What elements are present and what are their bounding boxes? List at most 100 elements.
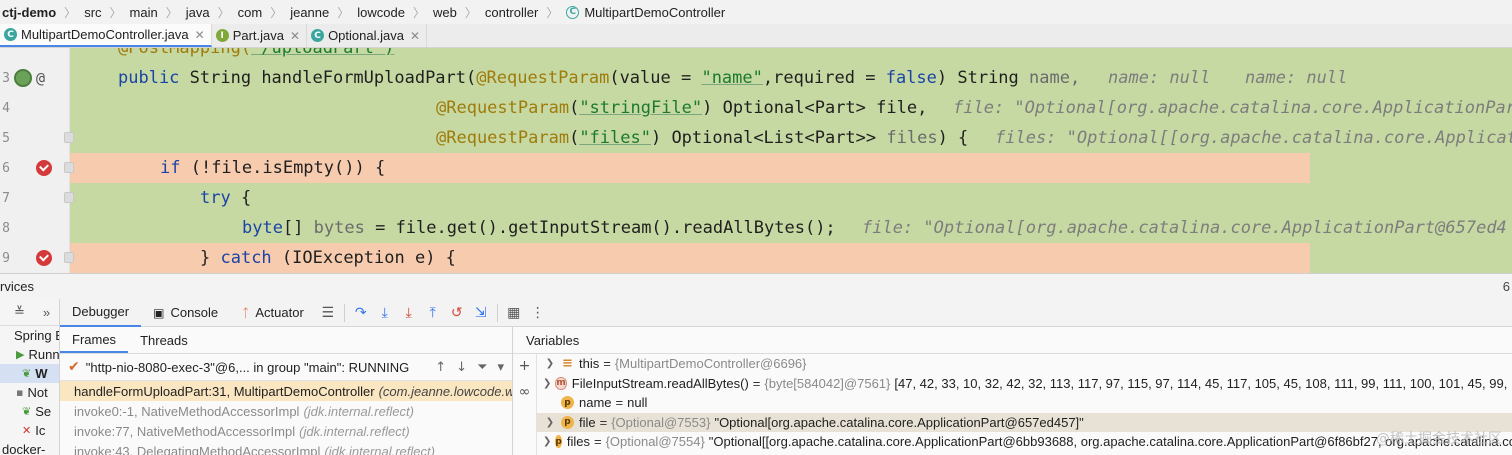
tree-item[interactable]: docker-: [0, 440, 59, 455]
close-icon[interactable]: ✕: [195, 28, 205, 42]
class-icon: C: [311, 29, 325, 42]
code-line[interactable]: 5 @RequestParam("files") Optional<List<P…: [0, 123, 1512, 153]
collapse-all-icon[interactable]: ≚: [14, 304, 25, 320]
step-over-icon[interactable]: ↷: [349, 301, 373, 325]
breadcrumb-item[interactable]: ctj-demo: [2, 5, 56, 20]
param-name: files: [886, 128, 938, 148]
code-line[interactable]: @PostMapping("/uploadPart"): [0, 48, 1512, 63]
fold-marker-icon[interactable]: [64, 192, 74, 203]
tree-item[interactable]: ❦ Se: [0, 402, 59, 421]
step-out-icon[interactable]: ⤒: [421, 301, 445, 325]
breadcrumb-item[interactable]: jeanne: [290, 5, 329, 20]
tab-label: Optional.java: [328, 28, 404, 43]
tab-actuator[interactable]: ᛏ Actuator: [230, 299, 316, 327]
tab-label: Actuator: [255, 305, 304, 320]
breadcrumb-item[interactable]: lowcode: [357, 5, 405, 20]
frame-row[interactable]: invoke0:-1, NativeMethodAccessorImpl (jdk…: [60, 401, 512, 421]
run-icon: ▶: [16, 348, 25, 361]
code-line[interactable]: 4 @RequestParam("stringFile") Optional<P…: [0, 93, 1512, 123]
frame-row[interactable]: invoke:77, NativeMethodAccessorImpl (jdk.…: [60, 421, 512, 441]
tree-item-label: Runn: [28, 347, 60, 362]
variable-row[interactable]: ❯ m FileInputStream.readAllBytes() = {by…: [537, 374, 1512, 394]
up-arrow-icon[interactable]: ↑: [435, 360, 446, 375]
fold-marker-icon[interactable]: [64, 252, 74, 263]
line-number: 9: [2, 250, 10, 266]
drop-frame-icon[interactable]: ↺: [445, 301, 469, 325]
tree-item-label: Not: [27, 385, 48, 400]
breadcrumb-item[interactable]: src: [84, 5, 101, 20]
tab-optional[interactable]: C Optional.java ✕: [307, 24, 428, 47]
variable-operator: =: [752, 375, 761, 391]
tab-multipart-demo-controller[interactable]: C MultipartDemoController.java ✕: [0, 24, 212, 47]
frame-package: (jdk.internal.reflect): [324, 443, 435, 455]
services-counter: 6: [1502, 279, 1510, 294]
chevron-down-icon[interactable]: ▾: [497, 360, 504, 375]
code-text: ) Optional<Part> file,: [702, 98, 928, 118]
tree-item[interactable]: Spring E: [0, 326, 59, 345]
frame-row[interactable]: invoke:43, DelegatingMethodAccessorImpl(…: [60, 441, 512, 455]
breadcrumb-item[interactable]: web: [433, 5, 457, 20]
code-line[interactable]: 8 byte[] bytes = file.get().getInputStre…: [0, 213, 1512, 243]
code-line[interactable]: 9 } catch (IOException e) {: [0, 243, 1512, 273]
close-icon[interactable]: ✕: [410, 29, 420, 43]
breadcrumb-item[interactable]: java: [186, 5, 210, 20]
close-icon[interactable]: ✕: [290, 29, 300, 43]
step-into-icon[interactable]: ⤓: [373, 301, 397, 325]
variable-row[interactable]: ❯ ≡ this = {MultipartDemoController@6696…: [537, 354, 1512, 374]
line-number: 5: [2, 130, 10, 146]
filter-icon[interactable]: ⏷: [477, 360, 487, 375]
tree-item[interactable]: ▶ Runn: [0, 345, 59, 364]
tree-item-label: docker-: [2, 442, 46, 455]
more-icon[interactable]: »: [43, 305, 50, 320]
variable-row[interactable]: p name = null: [537, 393, 1512, 413]
code-editor[interactable]: @PostMapping("/uploadPart") 3 @ public S…: [0, 48, 1512, 273]
expand-arrow-icon[interactable]: ❯: [543, 378, 551, 389]
error-icon: ✕: [22, 424, 32, 437]
tab-threads[interactable]: Threads: [128, 327, 200, 353]
spring-bean-icon[interactable]: [14, 69, 32, 87]
menu-icon[interactable]: ☰: [316, 301, 340, 325]
breadcrumb-item[interactable]: controller: [485, 5, 538, 20]
tree-item[interactable]: ▪ Not: [0, 383, 59, 402]
down-arrow-icon[interactable]: ↓: [456, 360, 467, 375]
breakpoint-icon[interactable]: [36, 160, 52, 176]
param-name: name,: [1029, 68, 1081, 88]
code-text: String: [179, 68, 262, 88]
tree-item[interactable]: ✕ Ic: [0, 421, 59, 440]
breadcrumb-item[interactable]: MultipartDemoController: [584, 5, 725, 20]
add-watch-icon[interactable]: +: [519, 358, 531, 374]
code-line[interactable]: 7 try {: [0, 183, 1512, 213]
parameter-icon: p: [561, 415, 574, 429]
tab-frames[interactable]: Frames: [60, 327, 129, 353]
breakpoint-icon[interactable]: [36, 250, 52, 266]
tab-part[interactable]: I Part.java ✕: [212, 24, 308, 47]
string-literal: "stringFile": [579, 98, 703, 118]
tab-console[interactable]: ▣ Console: [141, 299, 230, 327]
tree-item-label: Spring E: [14, 328, 60, 343]
frame-row[interactable]: handleFormUploadPart:31, MultipartDemoCo…: [60, 381, 512, 401]
code-line[interactable]: 6 if (!file.isEmpty()) {: [0, 153, 1512, 183]
breadcrumb-item[interactable]: com: [238, 5, 263, 20]
run-to-cursor-icon[interactable]: ⇲: [469, 301, 493, 325]
tab-debugger[interactable]: Debugger: [60, 299, 142, 327]
expand-arrow-icon[interactable]: ❯: [543, 358, 557, 369]
fold-marker-icon[interactable]: [64, 162, 74, 173]
expand-arrow-icon[interactable]: ❯: [543, 436, 551, 447]
expand-arrow-icon[interactable]: ❯: [543, 417, 557, 428]
code-text: (!file.isEmpty()) {: [180, 158, 386, 178]
tree-item[interactable]: ❦ W: [0, 364, 59, 383]
breadcrumb-item[interactable]: main: [130, 5, 158, 20]
annotation-icon[interactable]: @: [36, 69, 45, 87]
code-line[interactable]: 3 @ public String handleFormUploadPart(@…: [0, 63, 1512, 93]
variable-row[interactable]: ❯ p file = {Optional@7553} "Optional[org…: [537, 412, 1512, 432]
thread-selector[interactable]: ✔ "http-nio-8080-exec-3"@6,... in group …: [60, 354, 512, 381]
variable-operator: =: [593, 434, 602, 450]
settings-icon[interactable]: ⋮: [526, 301, 550, 325]
services-title: rvices: [0, 279, 34, 294]
variable-row[interactable]: ❯ p files = {Optional@7554} "Optional[[o…: [537, 432, 1512, 452]
watch-glasses-icon[interactable]: ∞: [519, 384, 531, 400]
fold-marker-icon[interactable]: [64, 132, 74, 143]
frame-method: handleFormUploadPart:31, MultipartDemoCo…: [74, 383, 375, 399]
force-step-into-icon[interactable]: ⤓: [397, 301, 421, 325]
table-view-icon[interactable]: ▦: [502, 301, 526, 325]
